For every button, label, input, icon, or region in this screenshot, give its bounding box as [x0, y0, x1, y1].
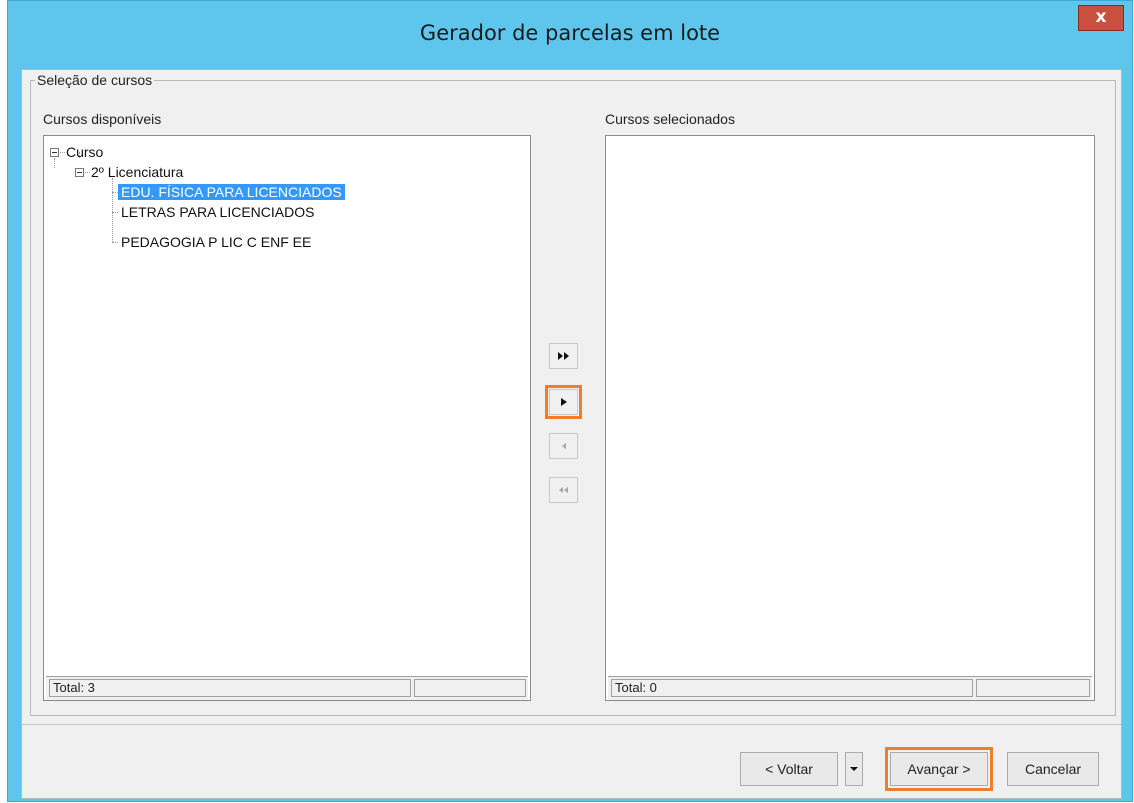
back-dropdown-button[interactable]: [845, 752, 863, 786]
available-status-bar: Total: 3: [46, 676, 528, 700]
double-left-arrow-icon: [558, 487, 568, 493]
move-all-left-button[interactable]: [549, 477, 578, 503]
cancel-button[interactable]: Cancelar: [1007, 752, 1099, 786]
next-button[interactable]: Avançar >: [885, 747, 993, 791]
selected-courses-label: Cursos selecionados: [605, 111, 735, 127]
title-bar[interactable]: Gerador de parcelas em lote x: [8, 1, 1132, 69]
collapse-root-icon[interactable]: [50, 148, 59, 157]
status-panel: [414, 679, 526, 697]
close-button[interactable]: x: [1078, 5, 1124, 31]
tree-item-label: PEDAGOGIA P LIC C ENF EE: [121, 234, 312, 250]
available-total: Total: 3: [49, 679, 411, 697]
selected-courses-list[interactable]: Total: 0: [605, 135, 1095, 701]
available-courses-label: Cursos disponíveis: [43, 111, 162, 127]
tree-item-course[interactable]: PEDAGOGIA P LIC C ENF EE: [118, 232, 314, 252]
status-panel: [976, 679, 1090, 697]
course-selection-group: Seleção de cursos Cursos disponíveis Cur…: [30, 72, 1116, 716]
selected-total: Total: 0: [611, 679, 973, 697]
move-left-button[interactable]: [549, 433, 578, 459]
double-right-arrow-icon: [557, 352, 569, 360]
tree-item-course[interactable]: LETRAS PARA LICENCIADOS: [118, 202, 317, 222]
dialog-body: Seleção de cursos Cursos disponíveis Cur…: [21, 69, 1122, 799]
left-arrow-icon: [561, 443, 566, 449]
group-label: Seleção de cursos: [35, 72, 155, 88]
dialog-window: Gerador de parcelas em lote x Seleção de…: [7, 0, 1133, 802]
tree-item-label: EDU. FÍSICA PARA LICENCIADOS: [118, 184, 345, 200]
tree-item-label: LETRAS PARA LICENCIADOS: [121, 204, 315, 220]
window-title: Gerador de parcelas em lote: [419, 21, 721, 45]
move-right-button[interactable]: [545, 385, 582, 419]
collapse-category-icon[interactable]: [75, 168, 84, 177]
tree-category-label: 2º Licenciatura: [91, 164, 184, 180]
footer-divider: [22, 724, 1121, 725]
available-courses-tree[interactable]: Curso 2º Licenciatura EDU. FÍSICA PARA L: [43, 135, 531, 701]
move-all-right-button[interactable]: [549, 343, 578, 369]
right-arrow-icon: [560, 398, 567, 406]
tree-root-label: Curso: [66, 144, 104, 160]
selected-status-bar: Total: 0: [608, 676, 1092, 700]
tree-item-course[interactable]: EDU. FÍSICA PARA LICENCIADOS: [118, 182, 345, 202]
back-button[interactable]: < Voltar: [740, 752, 838, 786]
chevron-down-icon: [850, 767, 858, 772]
